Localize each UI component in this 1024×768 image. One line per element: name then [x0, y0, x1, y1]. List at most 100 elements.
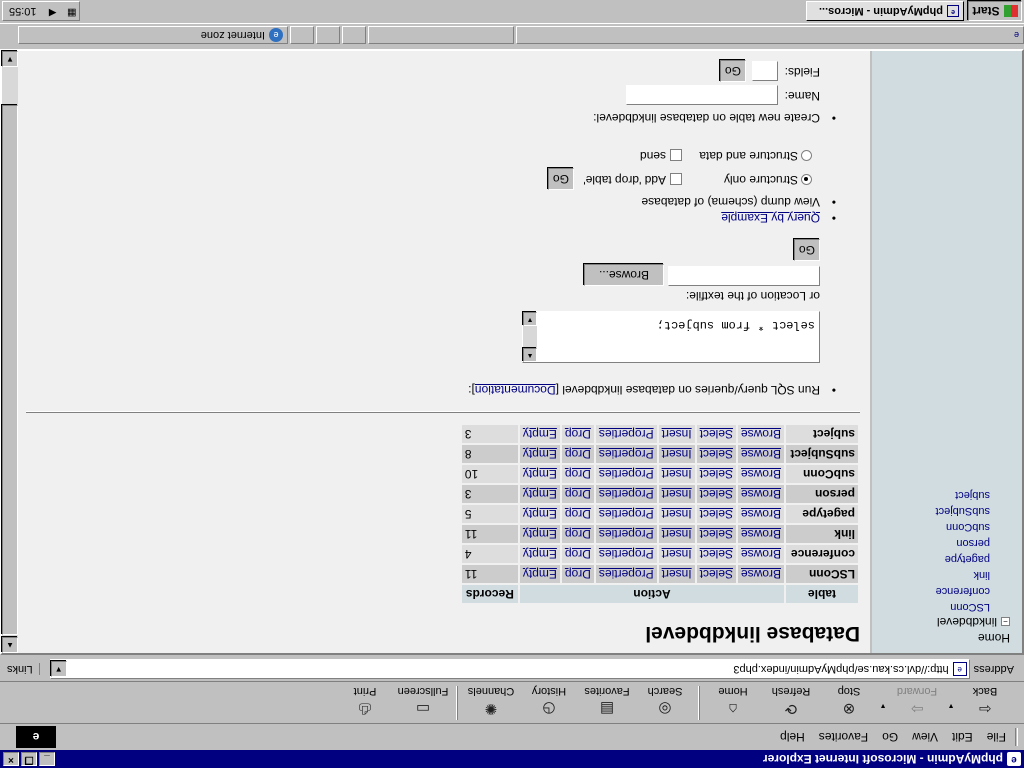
browse-link[interactable]: Browse — [737, 425, 784, 443]
drop-link[interactable]: Drop — [561, 525, 594, 543]
properties-link[interactable]: Properties — [595, 565, 657, 583]
address-dropdown-button[interactable]: ▼ — [50, 661, 67, 678]
documentation-link[interactable]: Documentation — [475, 383, 556, 397]
search-button[interactable]: ◎ Search — [636, 683, 694, 723]
sql-query-textarea[interactable]: select * from subject; ▲ ▼ — [522, 311, 820, 363]
restore-button[interactable]: ❐ — [21, 752, 37, 766]
send-checkbox[interactable] — [670, 149, 682, 161]
browse-button[interactable]: Browse... — [584, 264, 664, 286]
insert-link[interactable]: Insert — [658, 565, 695, 583]
empty-link[interactable]: Empty — [519, 465, 560, 483]
scroll-down-arrow-icon[interactable]: ▼ — [523, 312, 537, 326]
browse-link[interactable]: Browse — [737, 485, 784, 503]
insert-link[interactable]: Insert — [658, 505, 695, 523]
network-icon[interactable]: ▦ — [61, 5, 76, 19]
nav-table-item[interactable]: subject — [936, 485, 990, 501]
nav-database[interactable]: − linkdbdevel — [937, 615, 1010, 629]
nav-table-item[interactable]: subSubject — [936, 501, 990, 517]
menu-view[interactable]: View — [912, 730, 938, 744]
sql-go-button[interactable]: Go — [794, 239, 820, 261]
add-drop-table-checkbox[interactable] — [670, 173, 682, 185]
minimize-button[interactable]: _ — [39, 752, 55, 766]
history-button[interactable]: ◷ History — [520, 683, 578, 723]
fields-input[interactable] — [752, 61, 778, 81]
insert-link[interactable]: Insert — [658, 425, 695, 443]
properties-link[interactable]: Properties — [595, 505, 657, 523]
forward-button[interactable]: ⇨ Forward — [888, 683, 946, 723]
menu-go[interactable]: Go — [882, 730, 898, 744]
menu-file[interactable]: File — [987, 730, 1006, 744]
drop-link[interactable]: Drop — [561, 545, 594, 563]
select-link[interactable]: Select — [696, 445, 736, 463]
empty-link[interactable]: Empty — [519, 565, 560, 583]
drop-link[interactable]: Drop — [561, 565, 594, 583]
browse-link[interactable]: Browse — [737, 545, 784, 563]
stop-button[interactable]: ⊗ Stop — [820, 683, 878, 723]
refresh-button[interactable]: ⟳ Refresh — [762, 683, 820, 723]
print-button[interactable]: ⎙ Print — [336, 683, 394, 723]
drop-link[interactable]: Drop — [561, 485, 594, 503]
drop-link[interactable]: Drop — [561, 425, 594, 443]
browse-link[interactable]: Browse — [737, 445, 784, 463]
browse-link[interactable]: Browse — [737, 525, 784, 543]
address-input[interactable]: e http://dvl.cs.kau.se/phpMyAdmin/index.… — [49, 659, 970, 680]
empty-link[interactable]: Empty — [519, 505, 560, 523]
nav-home-link[interactable]: Home — [978, 631, 1010, 645]
select-link[interactable]: Select — [696, 505, 736, 523]
properties-link[interactable]: Properties — [595, 485, 657, 503]
textfile-input[interactable] — [668, 266, 820, 286]
channels-button[interactable]: ✺ Channels — [462, 683, 520, 723]
select-link[interactable]: Select — [696, 525, 736, 543]
structure-and-data-radio[interactable] — [801, 150, 812, 161]
select-link[interactable]: Select — [696, 425, 736, 443]
properties-link[interactable]: Properties — [595, 445, 657, 463]
textarea-scrollbar[interactable]: ▲ ▼ — [523, 312, 537, 362]
start-button[interactable]: Start — [968, 1, 1022, 22]
select-link[interactable]: Select — [696, 545, 736, 563]
insert-link[interactable]: Insert — [658, 445, 695, 463]
insert-link[interactable]: Insert — [658, 545, 695, 563]
table-name-input[interactable] — [626, 85, 778, 105]
browse-link[interactable]: Browse — [737, 565, 784, 583]
nav-table-item[interactable]: link — [936, 565, 990, 581]
properties-link[interactable]: Properties — [595, 545, 657, 563]
empty-link[interactable]: Empty — [519, 445, 560, 463]
empty-link[interactable]: Empty — [519, 425, 560, 443]
select-link[interactable]: Select — [696, 485, 736, 503]
collapse-icon[interactable]: − — [1001, 617, 1010, 627]
scroll-down-arrow-icon[interactable]: ▼ — [2, 51, 18, 67]
properties-link[interactable]: Properties — [595, 425, 657, 443]
scroll-up-arrow-icon[interactable]: ▲ — [523, 348, 537, 362]
insert-link[interactable]: Insert — [658, 485, 695, 503]
structure-only-radio[interactable] — [801, 174, 812, 185]
create-go-button[interactable]: Go — [720, 60, 746, 82]
menu-edit[interactable]: Edit — [952, 730, 973, 744]
nav-table-item[interactable]: conference — [936, 581, 990, 597]
scroll-up-arrow-icon[interactable]: ▲ — [2, 637, 18, 653]
nav-table-item[interactable]: subConn — [936, 517, 990, 533]
browse-link[interactable]: Browse — [737, 505, 784, 523]
favorites-button[interactable]: ▤ Favorites — [578, 683, 636, 723]
scroll-thumb[interactable] — [2, 105, 18, 635]
links-button[interactable]: Links — [6, 663, 40, 676]
drop-link[interactable]: Drop — [561, 445, 594, 463]
nav-table-item[interactable]: pagetype — [936, 549, 990, 565]
nav-table-item[interactable]: LSConn — [936, 597, 990, 613]
properties-link[interactable]: Properties — [595, 465, 657, 483]
forward-dropdown-arrow[interactable]: ▼ — [878, 702, 888, 723]
drop-link[interactable]: Drop — [561, 505, 594, 523]
empty-link[interactable]: Empty — [519, 545, 560, 563]
select-link[interactable]: Select — [696, 565, 736, 583]
close-button[interactable]: × — [3, 752, 19, 766]
empty-link[interactable]: Empty — [519, 525, 560, 543]
menu-favorites[interactable]: Favorites — [819, 730, 868, 744]
page-scrollbar[interactable]: ▲ ▼ — [2, 51, 18, 653]
taskbar-task-iexplore[interactable]: e phpMyAdmin - Micros... — [806, 1, 964, 22]
select-link[interactable]: Select — [696, 465, 736, 483]
dump-go-button[interactable]: Go — [548, 168, 574, 190]
back-dropdown-arrow[interactable]: ▼ — [946, 702, 956, 723]
drop-link[interactable]: Drop — [561, 465, 594, 483]
volume-icon[interactable]: ◀ — [41, 5, 57, 19]
home-button[interactable]: ⌂ Home — [704, 683, 762, 723]
empty-link[interactable]: Empty — [519, 485, 560, 503]
